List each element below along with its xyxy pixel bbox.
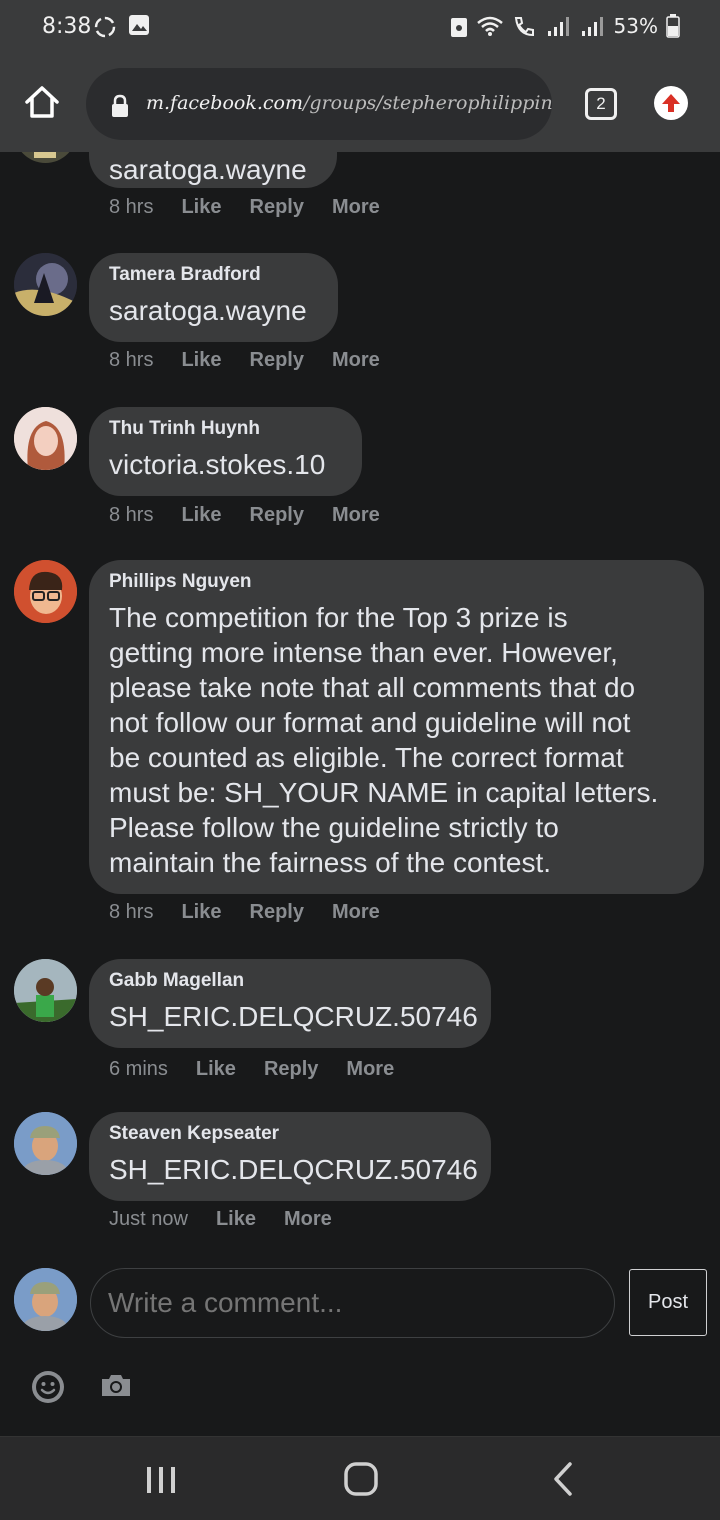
comments-feed[interactable]: saratoga.wayne 8 hrs Like Reply More Tam… <box>0 152 720 1436</box>
recent-apps-icon[interactable] <box>144 1465 178 1495</box>
url-text: m.facebook.com/groups/stepherophilippine… <box>146 92 552 114</box>
like-button[interactable]: Like <box>181 196 221 219</box>
comment-bubble[interactable]: Tamera Bradford saratoga.wayne <box>89 253 338 342</box>
gallery-icon <box>129 15 149 35</box>
reply-button[interactable]: Reply <box>250 504 304 527</box>
post-button[interactable]: Post <box>629 1269 707 1336</box>
comment-actions: 8 hrs Like Reply More <box>109 349 380 372</box>
comment-time[interactable]: 8 hrs <box>109 901 153 924</box>
comment-author[interactable]: Steaven Kepseater <box>109 1124 471 1144</box>
address-bar[interactable]: m.facebook.com/groups/stepherophilippine… <box>86 68 552 140</box>
reply-button[interactable]: Reply <box>250 196 304 219</box>
update-button[interactable] <box>654 86 688 120</box>
status-bar: 8:38 53% <box>0 0 720 56</box>
like-button[interactable]: Like <box>216 1208 256 1231</box>
comment-actions: 8 hrs Like Reply More <box>109 901 380 924</box>
signal-icon-2 <box>581 17 603 36</box>
wifi-calling-icon <box>514 17 534 37</box>
emoji-icon[interactable] <box>31 1370 65 1404</box>
signal-icon-1 <box>547 17 569 36</box>
nav-home-icon[interactable] <box>343 1461 379 1497</box>
comment-actions: Just now Like More <box>109 1208 332 1231</box>
comment-text: The competition for the Top 3 prize is g… <box>109 602 659 878</box>
like-button[interactable]: Like <box>181 901 221 924</box>
avatar[interactable] <box>14 253 77 316</box>
avatar[interactable] <box>14 1112 77 1175</box>
comment-actions: 6 mins Like Reply More <box>109 1058 394 1081</box>
comment-text: saratoga.wayne <box>109 154 307 185</box>
url-domain: m.facebook.com <box>146 92 303 114</box>
battery-icon <box>666 14 680 38</box>
avatar[interactable] <box>14 959 77 1022</box>
camera-icon[interactable] <box>100 1371 132 1399</box>
status-time: 8:38 <box>42 14 92 39</box>
comment-text: SH_ERIC.DELQCRUZ.50746 <box>109 1154 478 1185</box>
comment-bubble[interactable]: saratoga.wayne <box>89 152 337 188</box>
composer-avatar <box>14 1268 77 1331</box>
like-button[interactable]: Like <box>181 349 221 372</box>
comment-bubble[interactable]: Gabb Magellan SH_ERIC.DELQCRUZ.50746 <box>89 959 491 1048</box>
url-path: /groups/stepherophilippines/permali <box>303 92 552 114</box>
lock-icon <box>112 94 128 117</box>
comment-time[interactable]: 8 hrs <box>109 504 153 527</box>
battery-percent: 53% <box>613 14 658 38</box>
reply-button[interactable]: Reply <box>250 349 304 372</box>
vpn-icon <box>450 18 467 37</box>
comment-text: victoria.stokes.10 <box>109 449 326 480</box>
comment-input[interactable] <box>90 1268 615 1338</box>
system-nav-bar <box>0 1436 720 1520</box>
comment-text: saratoga.wayne <box>109 295 307 326</box>
more-button[interactable]: More <box>332 196 380 219</box>
more-button[interactable]: More <box>332 349 380 372</box>
comment-bubble[interactable]: Phillips Nguyen The competition for the … <box>89 560 704 894</box>
avatar[interactable] <box>14 152 77 163</box>
like-button[interactable]: Like <box>181 504 221 527</box>
browser-toolbar: m.facebook.com/groups/stepherophilippine… <box>0 56 720 152</box>
comment-author[interactable]: Phillips Nguyen <box>109 572 684 592</box>
tab-switcher-button[interactable]: 2 <box>585 88 617 120</box>
back-icon[interactable] <box>548 1461 578 1497</box>
avatar[interactable] <box>14 560 77 623</box>
comment-actions: 8 hrs Like Reply More <box>109 504 380 527</box>
sync-icon <box>94 16 116 38</box>
comment-actions: 8 hrs Like Reply More <box>109 196 380 219</box>
comment-author[interactable]: Gabb Magellan <box>109 971 471 991</box>
comment-time[interactable]: Just now <box>109 1208 188 1231</box>
more-button[interactable]: More <box>332 504 380 527</box>
comment-time[interactable]: 8 hrs <box>109 196 153 219</box>
home-icon[interactable] <box>22 82 62 122</box>
comment-author[interactable]: Thu Trinh Huynh <box>109 419 342 439</box>
wifi-icon <box>476 16 503 36</box>
like-button[interactable]: Like <box>196 1058 236 1081</box>
comment-bubble[interactable]: Steaven Kepseater SH_ERIC.DELQCRUZ.50746 <box>89 1112 491 1201</box>
comment-time[interactable]: 6 mins <box>109 1058 168 1081</box>
more-button[interactable]: More <box>284 1208 332 1231</box>
comment-time[interactable]: 8 hrs <box>109 349 153 372</box>
avatar[interactable] <box>14 407 77 470</box>
arrow-up-icon <box>662 94 680 112</box>
more-button[interactable]: More <box>332 901 380 924</box>
reply-button[interactable]: Reply <box>264 1058 318 1081</box>
comment-text: SH_ERIC.DELQCRUZ.50746 <box>109 1001 478 1032</box>
comment-author[interactable]: Tamera Bradford <box>109 265 318 285</box>
reply-button[interactable]: Reply <box>250 901 304 924</box>
comment-bubble[interactable]: Thu Trinh Huynh victoria.stokes.10 <box>89 407 362 496</box>
more-button[interactable]: More <box>346 1058 394 1081</box>
